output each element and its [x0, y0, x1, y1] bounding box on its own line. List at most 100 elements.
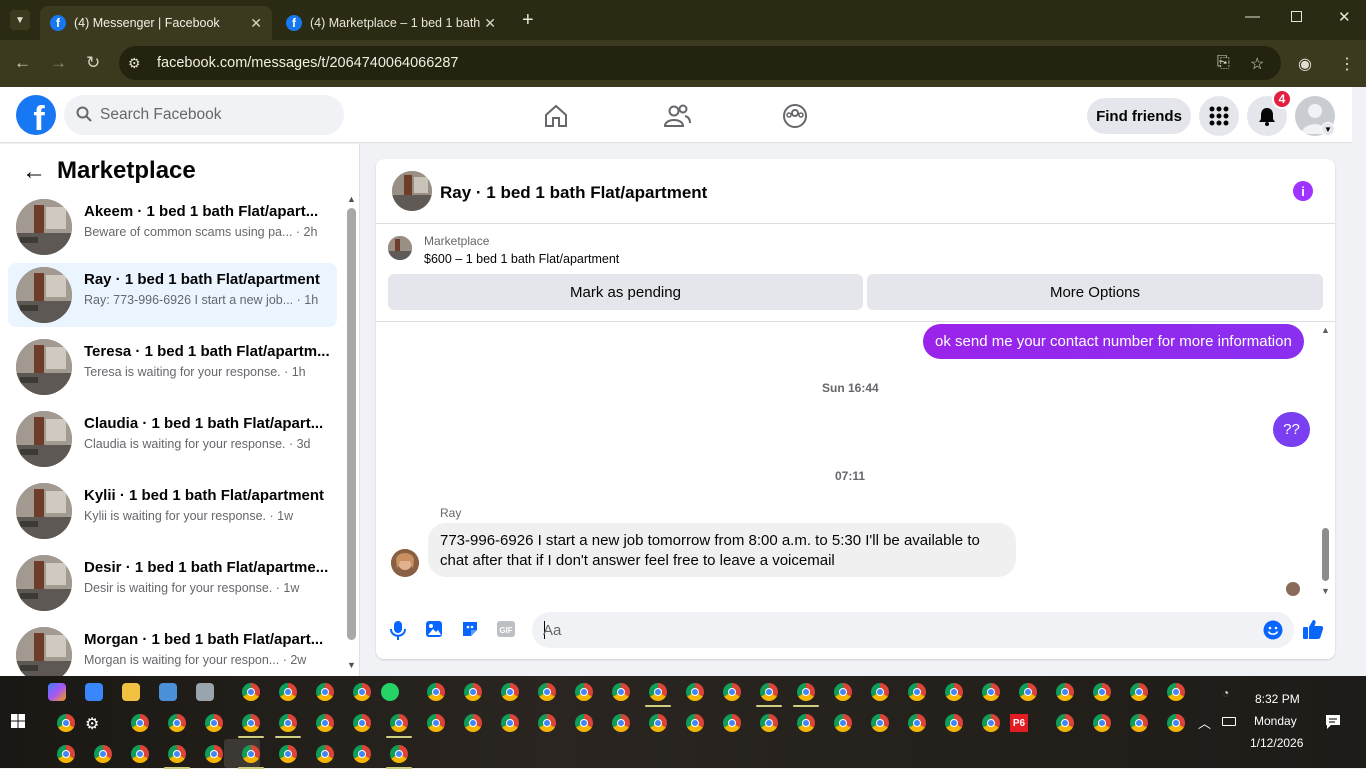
chrome-taskbar-icon[interactable]	[1130, 714, 1148, 732]
scroll-down-arrow-icon[interactable]: ▼	[347, 660, 356, 670]
chrome-taskbar-icon[interactable]	[131, 714, 149, 732]
chrome-taskbar-icon[interactable]	[353, 714, 371, 732]
chrome-taskbar-icon[interactable]	[760, 714, 778, 732]
battery-icon[interactable]	[1222, 717, 1236, 726]
chrome-taskbar-icon[interactable]	[575, 714, 593, 732]
listing-thumbnail[interactable]	[392, 171, 432, 211]
chrome-taskbar-icon[interactable]	[723, 683, 741, 701]
chrome-taskbar-icon[interactable]	[131, 745, 149, 763]
chrome-taskbar-icon[interactable]	[945, 714, 963, 732]
windows-start-icon[interactable]	[11, 714, 25, 728]
chrome-taskbar-icon[interactable]	[390, 745, 408, 763]
chrome-taskbar-icon[interactable]	[871, 683, 889, 701]
chrome-taskbar-icon[interactable]	[168, 714, 186, 732]
chrome-taskbar-icon[interactable]	[501, 714, 519, 732]
install-app-icon[interactable]: ⎘	[1217, 54, 1230, 72]
chat-scrollbar[interactable]	[1322, 528, 1329, 581]
copilot-icon[interactable]	[48, 683, 66, 701]
chrome-taskbar-icon[interactable]	[797, 683, 815, 701]
find-friends-button[interactable]: Find friends	[1087, 98, 1191, 134]
chrome-taskbar-icon[interactable]	[242, 683, 260, 701]
conversation-item[interactable]: Kylii · 1 bed 1 bath Flat/apartment Kylii…	[8, 479, 337, 543]
chat-scroll-up-arrow-icon[interactable]: ▲	[1321, 325, 1330, 335]
conversation-item[interactable]: Ray · 1 bed 1 bath Flat/apartment Ray: 77…	[8, 263, 337, 327]
forward-icon[interactable]: →	[50, 53, 67, 73]
chrome-taskbar-icon[interactable]	[427, 714, 445, 732]
chrome-taskbar-icon[interactable]	[1056, 714, 1074, 732]
chrome-taskbar-icon[interactable]	[686, 714, 704, 732]
chat-scroll-down-arrow-icon[interactable]: ▼	[1321, 586, 1330, 596]
chrome-taskbar-icon[interactable]	[1093, 683, 1111, 701]
thumbs-up-icon[interactable]	[1302, 618, 1324, 640]
chrome-taskbar-icon[interactable]	[279, 683, 297, 701]
received-message-bubble[interactable]: 773-996-6926 I start a new job tomorrow …	[428, 523, 1016, 577]
chrome-taskbar-icon[interactable]	[686, 683, 704, 701]
chrome-taskbar-icon[interactable]	[205, 714, 223, 732]
facebook-logo-icon[interactable]: f	[16, 95, 56, 135]
chrome-taskbar-icon[interactable]	[316, 683, 334, 701]
chrome-taskbar-icon[interactable]	[797, 714, 815, 732]
tab-marketplace[interactable]: f (4) Marketplace – 1 bed 1 bath ✕	[276, 6, 506, 40]
microphone-icon[interactable]	[390, 620, 406, 640]
chrome-taskbar-icon[interactable]	[205, 745, 223, 763]
chrome-taskbar-icon[interactable]	[834, 714, 852, 732]
more-options-button[interactable]: More Options	[867, 274, 1323, 310]
chrome-taskbar-icon[interactable]	[649, 714, 667, 732]
chrome-taskbar-icon[interactable]	[1130, 683, 1148, 701]
marketplace-listing-thumbnail[interactable]	[388, 236, 412, 260]
chrome-taskbar-icon[interactable]	[279, 714, 297, 732]
chrome-taskbar-icon[interactable]	[1167, 683, 1185, 701]
chrome-taskbar-icon[interactable]	[242, 714, 260, 732]
chrome-taskbar-icon[interactable]	[353, 683, 371, 701]
friends-icon[interactable]	[663, 103, 691, 129]
keyboard-icon[interactable]	[159, 683, 177, 701]
listing-price-title[interactable]: $600 – 1 bed 1 bath Flat/apartment	[424, 252, 619, 266]
profile-icon[interactable]: ◉	[1298, 54, 1312, 74]
restore-icon[interactable]	[1291, 11, 1302, 22]
sent-message-bubble[interactable]: ok send me your contact number for more …	[923, 324, 1304, 359]
chrome-taskbar-icon[interactable]	[57, 714, 75, 732]
chrome-taskbar-icon[interactable]	[501, 683, 519, 701]
clock-date[interactable]: 1/12/2026	[1250, 736, 1303, 750]
chrome-taskbar-icon[interactable]	[1093, 714, 1111, 732]
home-icon[interactable]	[543, 103, 569, 129]
back-arrow-icon[interactable]: ←	[22, 158, 46, 186]
chat-title[interactable]: Ray · 1 bed 1 bath Flat/apartment	[440, 183, 707, 203]
tab-search-dropdown-icon[interactable]: ▼	[10, 10, 30, 30]
bookmark-star-icon[interactable]: ☆	[1250, 54, 1264, 74]
chrome-taskbar-icon[interactable]	[982, 714, 1000, 732]
photo-icon[interactable]	[425, 620, 443, 638]
conversation-item[interactable]: Claudia · 1 bed 1 bath Flat/apart... Clau…	[8, 407, 337, 471]
conversation-item[interactable]: Desir · 1 bed 1 bath Flat/apartme... Desi…	[8, 551, 337, 615]
gif-icon[interactable]: GIF	[497, 620, 515, 638]
chrome-taskbar-icon[interactable]	[945, 683, 963, 701]
chrome-taskbar-icon[interactable]	[57, 745, 75, 763]
site-info-icon[interactable]: ⚙	[128, 55, 141, 72]
chrome-taskbar-icon[interactable]	[242, 745, 260, 763]
notepad-icon[interactable]	[196, 683, 214, 701]
chrome-taskbar-icon[interactable]	[538, 714, 556, 732]
p6-app-icon[interactable]: P6	[1010, 714, 1028, 732]
minimize-icon[interactable]: —	[1245, 8, 1260, 25]
chrome-taskbar-icon[interactable]	[316, 745, 334, 763]
chrome-taskbar-icon[interactable]	[612, 714, 630, 732]
account-chevron-down-icon[interactable]: ▼	[1321, 122, 1335, 136]
chrome-taskbar-icon[interactable]	[1167, 714, 1185, 732]
chrome-taskbar-icon[interactable]	[168, 745, 186, 763]
close-tab-icon[interactable]: ✕	[250, 15, 262, 32]
chrome-taskbar-icon[interactable]	[649, 683, 667, 701]
chrome-taskbar-icon[interactable]	[575, 683, 593, 701]
sender-avatar[interactable]	[391, 549, 419, 577]
chrome-taskbar-icon[interactable]	[871, 714, 889, 732]
close-tab-icon[interactable]: ✕	[484, 15, 496, 32]
scroll-up-arrow-icon[interactable]: ▲	[347, 194, 356, 204]
new-tab-icon[interactable]: +	[522, 9, 534, 32]
chrome-taskbar-icon[interactable]	[760, 683, 778, 701]
conversation-item[interactable]: Teresa · 1 bed 1 bath Flat/apartm... Tere…	[8, 335, 337, 399]
clock-time[interactable]: 8:32 PM	[1255, 692, 1300, 706]
menu-grid-button[interactable]	[1199, 96, 1239, 136]
conversation-item[interactable]: Akeem · 1 bed 1 bath Flat/apart... Beware…	[8, 195, 337, 259]
browser-menu-icon[interactable]: ⋮	[1339, 54, 1355, 74]
sticker-icon[interactable]	[461, 620, 479, 638]
chrome-taskbar-icon[interactable]	[353, 745, 371, 763]
